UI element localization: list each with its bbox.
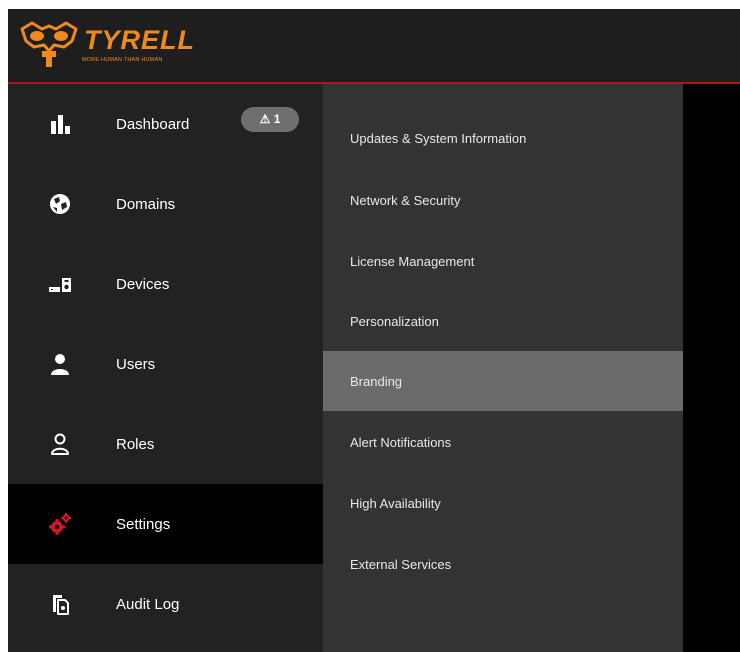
sidebar-item-label: Audit Log: [116, 596, 180, 613]
globe-icon: [50, 194, 70, 214]
submenu-item-network-security[interactable]: Network & Security: [323, 144, 683, 208]
submenu-item-license-management[interactable]: License Management: [323, 204, 683, 269]
sidebar: Dashboard ⚠ 1 Domains Devices Users Role…: [8, 84, 323, 652]
sidebar-item-label: Users: [116, 356, 156, 373]
bar-chart-icon: [51, 115, 70, 134]
submenu-item-external-services[interactable]: External Services: [323, 531, 683, 591]
sidebar-item-label: Settings: [116, 516, 171, 533]
main-content: [683, 84, 740, 652]
sidebar-item-label: Roles: [116, 436, 155, 453]
submenu-item-label: External Services: [350, 557, 452, 572]
brand-name: TYRELL: [84, 25, 195, 55]
brand-logo[interactable]: TYRELL MORE HUMAN THAN HUMAN: [18, 21, 194, 69]
sidebar-item-dashboard[interactable]: Dashboard ⚠ 1: [8, 84, 323, 164]
submenu-item-label: Personalization: [350, 314, 439, 329]
sidebar-item-roles[interactable]: Roles: [8, 404, 323, 484]
submenu-item-alert-notifications[interactable]: Alert Notifications: [323, 411, 683, 471]
sidebar-item-audit-log[interactable]: Audit Log: [8, 564, 323, 644]
submenu-item-label: Branding: [350, 374, 403, 389]
submenu-item-branding[interactable]: Branding: [323, 351, 683, 411]
owl-logo-icon: [20, 21, 78, 67]
alert-badge[interactable]: ⚠ 1: [241, 107, 299, 132]
role-outline-icon: [51, 433, 69, 455]
top-bar: TYRELL MORE HUMAN THAN HUMAN: [8, 9, 740, 84]
settings-submenu: Updates & System Information Network & S…: [323, 84, 683, 652]
sidebar-item-label: Devices: [116, 276, 170, 293]
submenu-item-updates[interactable]: Updates & System Information: [323, 84, 683, 146]
gears-icon: [49, 513, 71, 535]
sidebar-item-label: Domains: [116, 196, 176, 213]
sidebar-item-users[interactable]: Users: [8, 324, 323, 404]
sidebar-item-label: Dashboard: [116, 116, 190, 133]
audit-log-icon: [53, 595, 69, 615]
submenu-item-high-availability[interactable]: High Availability: [323, 471, 683, 531]
user-icon: [51, 354, 69, 375]
app-window: TYRELL MORE HUMAN THAN HUMAN Dashboard ⚠…: [8, 9, 740, 652]
devices-icon: [49, 278, 71, 292]
brand-tagline: MORE HUMAN THAN HUMAN: [82, 57, 163, 63]
submenu-item-label: High Availability: [350, 496, 441, 511]
sidebar-item-domains[interactable]: Domains: [8, 164, 323, 244]
sidebar-item-devices[interactable]: Devices: [8, 244, 323, 324]
submenu-item-label: Alert Notifications: [350, 435, 452, 450]
submenu-item-personalization[interactable]: Personalization: [323, 264, 683, 329]
sidebar-item-settings[interactable]: Settings: [8, 484, 323, 564]
